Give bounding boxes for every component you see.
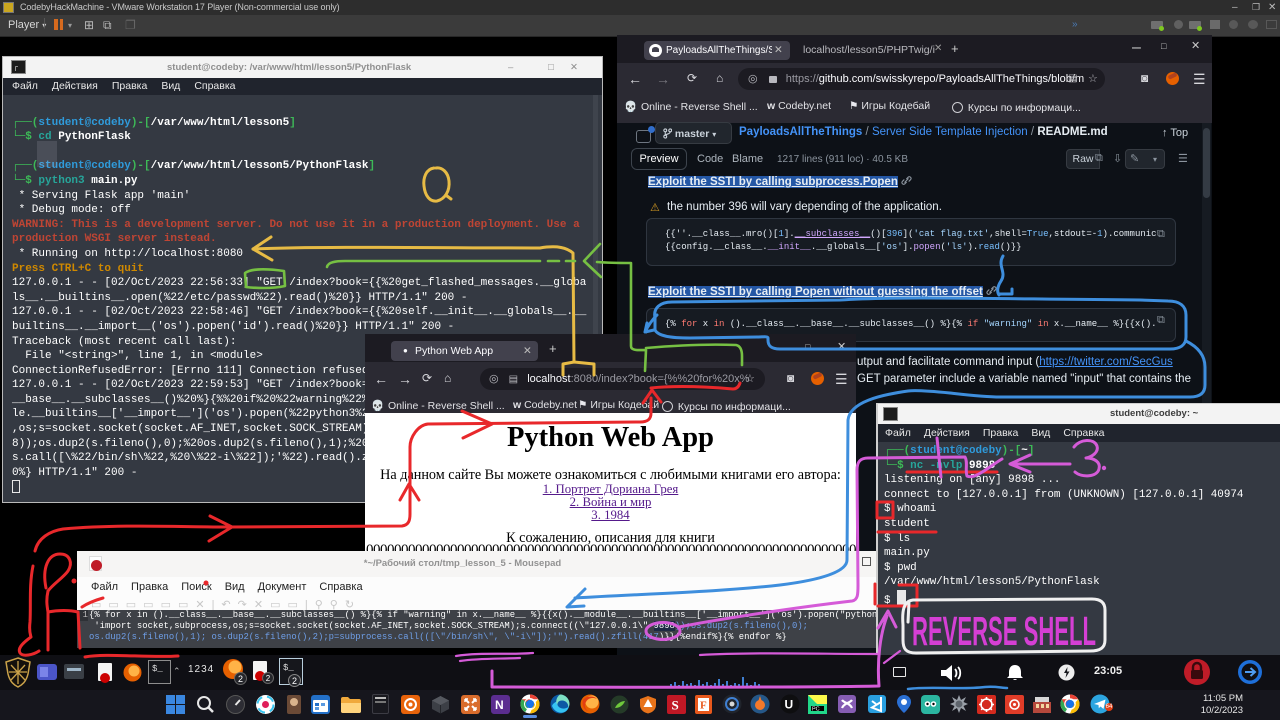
svg-text:N: N xyxy=(495,698,504,712)
svg-text:PC: PC xyxy=(812,707,820,713)
svg-text:F: F xyxy=(700,700,707,712)
svg-text:U: U xyxy=(785,698,794,712)
svg-text:S: S xyxy=(672,698,679,713)
